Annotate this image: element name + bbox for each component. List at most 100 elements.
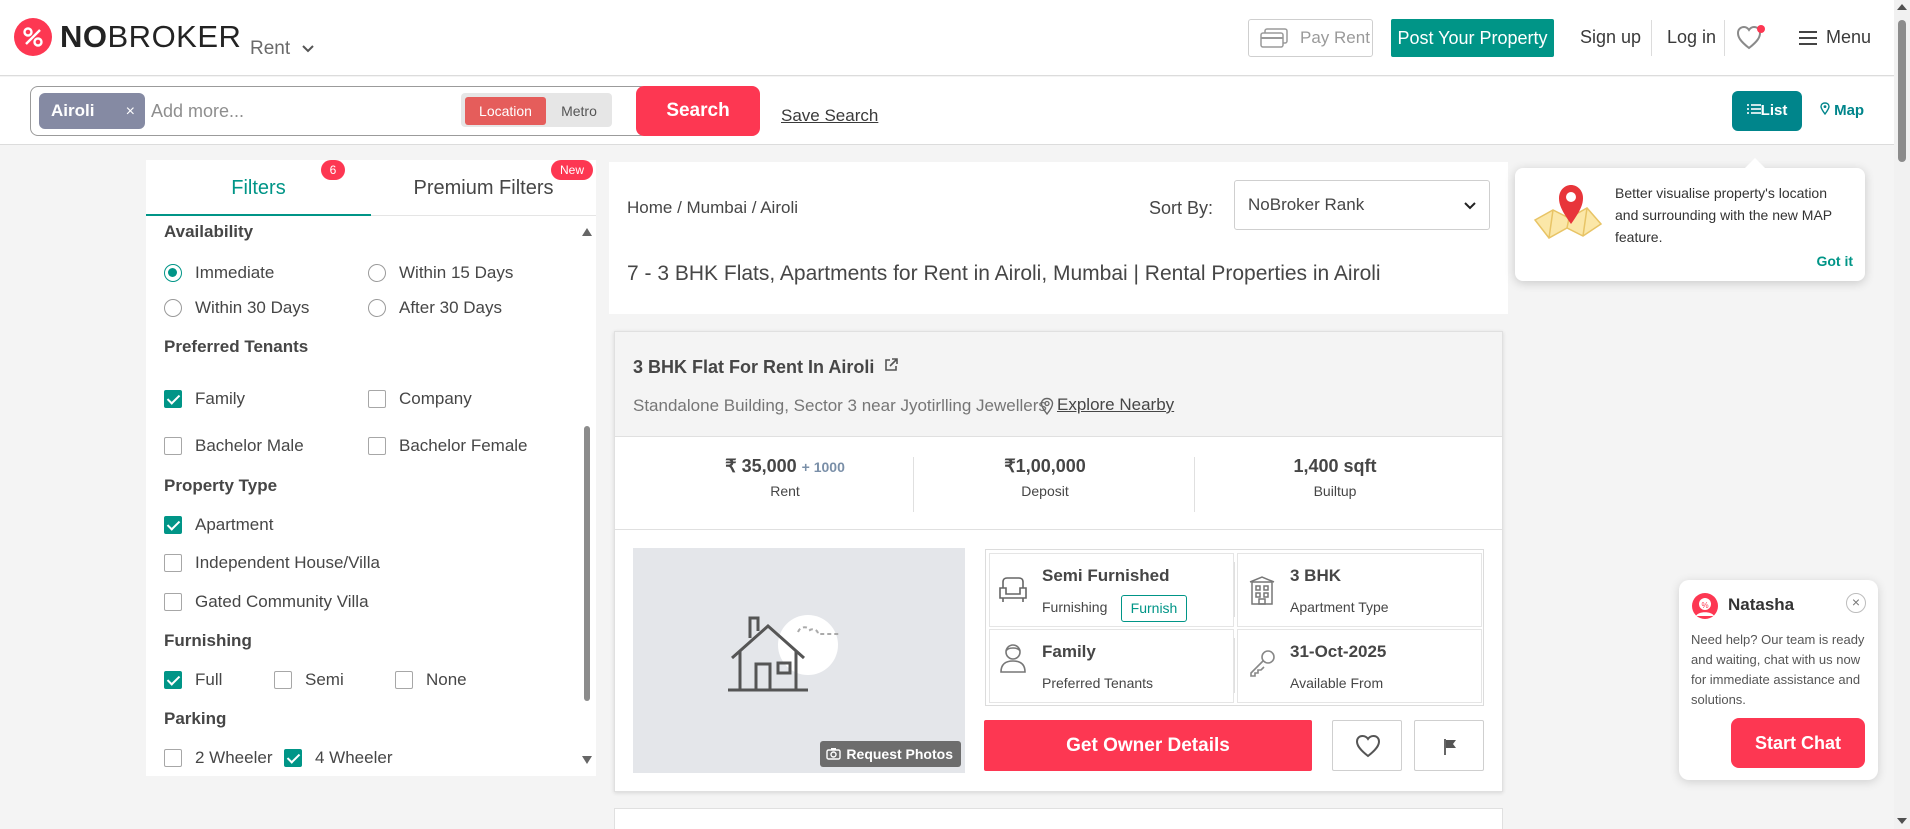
availability-after-30-days[interactable]: After 30 Days <box>368 298 502 318</box>
breadcrumb[interactable]: Home / Mumbai / Airoli <box>627 198 798 218</box>
start-chat-button[interactable]: Start Chat <box>1731 718 1865 768</box>
property-address: Standalone Building, Sector 3 near Jyoti… <box>633 396 1047 415</box>
search-bar: Airoli × Location Metro Search Save Sear… <box>0 77 1894 145</box>
next-property-card[interactable] <box>614 808 1503 829</box>
furnish-button[interactable]: Furnish <box>1121 595 1187 622</box>
checkbox[interactable] <box>368 390 386 408</box>
report-button[interactable] <box>1414 720 1484 771</box>
agent-name: Natasha <box>1728 595 1795 614</box>
type-apartment[interactable]: Apartment <box>164 515 273 535</box>
furnishing-full[interactable]: Full <box>164 670 222 690</box>
filters-scrollbar[interactable] <box>582 226 592 766</box>
checkbox[interactable] <box>164 437 182 455</box>
chip-close-icon[interactable]: × <box>126 103 135 121</box>
sort-select[interactable]: NoBroker Rank <box>1234 180 1490 230</box>
search-button[interactable]: Search <box>636 86 760 136</box>
availability-30-days[interactable]: Within 30 Days <box>164 298 309 318</box>
availability-15-days[interactable]: Within 15 Days <box>368 263 513 283</box>
list-view-button[interactable]: List <box>1732 91 1802 131</box>
pay-rent-button[interactable]: Pay Rent <box>1248 19 1373 57</box>
divider <box>1234 638 1235 693</box>
map-feature-tooltip: Better visualise property's location and… <box>1515 158 1865 281</box>
locality-chip[interactable]: Airoli × <box>39 93 145 129</box>
checkbox[interactable] <box>395 671 413 689</box>
save-search-link[interactable]: Save Search <box>781 106 878 126</box>
chip-label: Airoli <box>51 101 95 120</box>
chat-widget: % Natasha × Need help? Our team is ready… <box>1679 580 1878 780</box>
rent-dropdown[interactable]: Rent <box>250 38 315 60</box>
request-photos-button[interactable]: Request Photos <box>820 741 961 767</box>
login-link[interactable]: Log in <box>1667 27 1716 48</box>
hamburger-menu-icon[interactable] <box>1798 30 1818 51</box>
type-gated-villa[interactable]: Gated Community Villa <box>164 592 369 612</box>
checkbox[interactable] <box>164 671 182 689</box>
checkbox[interactable] <box>164 516 182 534</box>
checkbox[interactable] <box>164 593 182 611</box>
furnishing-none[interactable]: None <box>395 670 467 690</box>
explore-nearby-link[interactable]: Explore Nearby <box>1057 395 1174 415</box>
metro-tab[interactable]: Metro <box>551 97 607 125</box>
shortlist-heart-icon[interactable] <box>1736 24 1766 57</box>
tenants-cell: Family Preferred Tenants <box>989 629 1234 703</box>
builtup-label: Builtup <box>1313 483 1357 499</box>
checkbox[interactable] <box>368 437 386 455</box>
signup-link[interactable]: Sign up <box>1580 27 1641 48</box>
property-photo-placeholder[interactable]: Request Photos <box>633 548 965 773</box>
checkbox[interactable] <box>284 749 302 767</box>
divider <box>1724 20 1725 56</box>
checkbox[interactable] <box>274 671 292 689</box>
radio-button[interactable] <box>164 299 182 317</box>
get-owner-details-button[interactable]: Get Owner Details <box>984 720 1312 771</box>
checkbox[interactable] <box>164 390 182 408</box>
tenant-bachelor-male[interactable]: Bachelor Male <box>164 436 304 456</box>
page-scrollbar[interactable] <box>1894 0 1910 829</box>
divider <box>913 457 914 512</box>
parking-2-wheeler[interactable]: 2 Wheeler <box>164 748 272 768</box>
map-pin-icon <box>1820 102 1830 116</box>
search-box: Airoli × Location Metro <box>30 86 648 136</box>
tenant-bachelor-female[interactable]: Bachelor Female <box>368 436 528 456</box>
divider <box>615 529 1502 530</box>
pay-rent-label: Pay Rent <box>1300 28 1370 47</box>
deposit-label: Deposit <box>1021 483 1069 499</box>
shortlist-button[interactable] <box>1332 720 1402 771</box>
location-tab[interactable]: Location <box>465 97 546 125</box>
divider <box>1194 457 1195 512</box>
top-header: NOBROKER Rent Pay Rent Post Your Propert… <box>0 0 1894 76</box>
property-card[interactable]: 3 BHK Flat For Rent In Airoli Standalone… <box>614 331 1503 792</box>
tenant-family[interactable]: Family <box>164 389 245 409</box>
tenants-value: Family <box>1042 642 1096 661</box>
page-title: 7 - 3 BHK Flats, Apartments for Rent in … <box>627 262 1381 285</box>
logo-text[interactable]: NOBROKER <box>60 19 241 55</box>
radio-button[interactable] <box>368 299 386 317</box>
external-link-icon[interactable] <box>883 357 899 373</box>
chat-close-icon[interactable]: × <box>1846 593 1866 613</box>
map-view-button[interactable]: Map <box>1812 91 1872 131</box>
agent-avatar-icon: % <box>1692 593 1718 619</box>
apartment-type-value: 3 BHK <box>1290 566 1342 585</box>
checkbox[interactable] <box>164 749 182 767</box>
furnishing-semi[interactable]: Semi <box>274 670 344 690</box>
got-it-button[interactable]: Got it <box>1816 253 1853 269</box>
results-header: Home / Mumbai / Airoli Sort By: NoBroker… <box>609 162 1508 314</box>
furnishing-label: Furnishing <box>1042 599 1108 615</box>
rent-label: Rent <box>770 483 800 499</box>
chat-message: Need help? Our team is ready and waiting… <box>1691 632 1865 707</box>
parking-4-wheeler[interactable]: 4 Wheeler <box>284 748 392 768</box>
radio-button[interactable] <box>164 264 182 282</box>
tenant-company[interactable]: Company <box>368 389 472 409</box>
search-input[interactable] <box>151 97 471 125</box>
radio-button[interactable] <box>368 264 386 282</box>
post-property-button[interactable]: Post Your Property <box>1391 19 1554 57</box>
available-from-cell: 31-Oct-2025 Available From <box>1237 629 1482 703</box>
availability-immediate[interactable]: Immediate <box>164 263 274 283</box>
property-title[interactable]: 3 BHK Flat For Rent In Airoli <box>633 357 899 378</box>
building-icon <box>1249 576 1275 605</box>
chevron-down-icon <box>302 45 315 53</box>
type-independent-house[interactable]: Independent House/Villa <box>164 553 380 573</box>
list-label: List <box>1760 102 1788 119</box>
checkbox[interactable] <box>164 554 182 572</box>
nobroker-logo-icon[interactable] <box>14 18 52 56</box>
menu-button[interactable]: Menu <box>1826 27 1871 48</box>
map-location-icon <box>1533 185 1603 239</box>
